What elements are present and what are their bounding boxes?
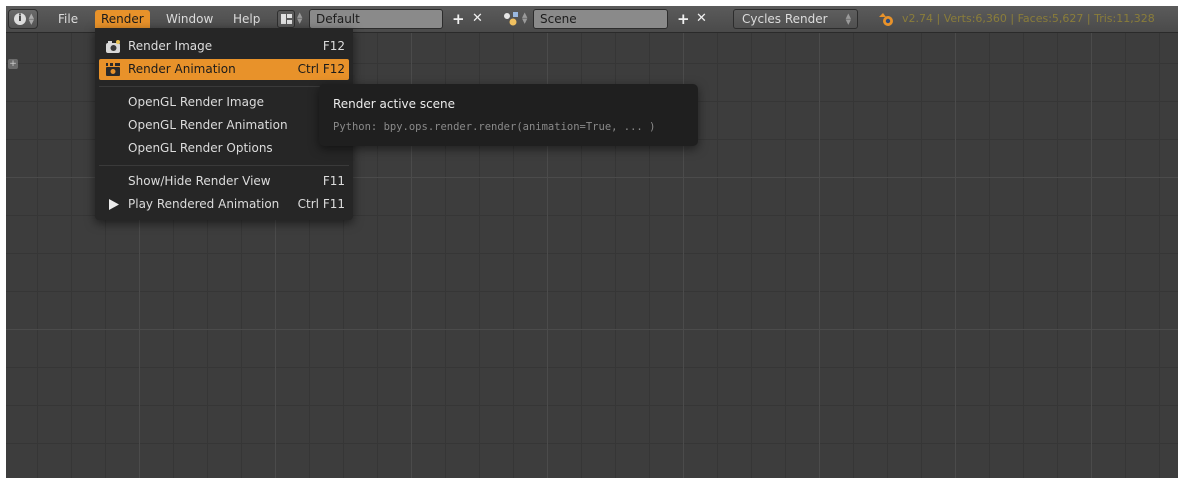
screen-layout-icon[interactable] — [277, 10, 295, 28]
add-layout-button[interactable]: + — [452, 10, 465, 28]
menu-item-label: OpenGL Render Image — [128, 95, 264, 109]
menu-item-render-image[interactable]: Render Image F12 — [99, 36, 349, 57]
menu-item-opengl-render-image[interactable]: OpenGL Render Image — [99, 92, 349, 113]
screen-layout-field[interactable]: Default — [309, 9, 443, 29]
camera-icon — [106, 40, 120, 53]
blender-logo-icon — [879, 13, 893, 26]
menu-item-label: Show/Hide Render View — [128, 174, 271, 188]
menu-item-shortcut: Ctrl F12 — [297, 62, 345, 76]
menu-separator — [99, 165, 349, 166]
menu-item-label: OpenGL Render Options — [128, 141, 273, 155]
add-scene-button[interactable]: + — [677, 10, 690, 28]
menu-item-label: Render Image — [128, 39, 213, 53]
updown-arrows-icon: ▲ ▼ — [845, 12, 851, 26]
menu-item-show-hide-render-view[interactable]: Show/Hide Render View F11 — [99, 171, 349, 192]
info-icon: i — [14, 13, 26, 25]
menu-help[interactable]: Help — [227, 10, 266, 28]
tooltip-title: Render active scene — [333, 97, 456, 111]
menu-item-shortcut: Ctrl F11 — [297, 197, 345, 211]
play-icon — [109, 199, 119, 210]
menu-separator — [99, 86, 349, 87]
menu-item-label: OpenGL Render Animation — [128, 118, 288, 132]
render-menu: Render Image F12 Render Animation Ctrl F… — [95, 28, 353, 220]
remove-scene-button[interactable]: ✕ — [696, 10, 707, 28]
render-engine-label: Cycles Render — [742, 12, 828, 26]
scene-field[interactable]: Scene — [533, 9, 668, 29]
updown-arrows-icon: ▲ ▼ — [522, 11, 528, 25]
menu-item-label: Render Animation — [128, 62, 236, 76]
menu-item-render-animation[interactable]: Render Animation Ctrl F12 — [99, 59, 349, 80]
menu-item-opengl-render-animation[interactable]: OpenGL Render Animation — [99, 115, 349, 136]
menu-item-shortcut: F11 — [322, 174, 345, 188]
menu-render[interactable]: Render — [95, 10, 150, 28]
remove-layout-button[interactable]: ✕ — [472, 10, 483, 28]
blender-window: i ▲ ▼ File Render Window Help ▲ ▼ Default … — [6, 6, 1178, 478]
scene-stats: v2.74 | Verts:6,360 | Faces:5,627 | Tris… — [902, 12, 1155, 25]
expand-region-icon[interactable]: + — [8, 59, 18, 69]
menu-item-shortcut: F12 — [322, 39, 345, 53]
tooltip-python: Python: bpy.ops.render.render(animation=… — [333, 121, 656, 133]
clapper-icon — [106, 63, 120, 76]
scene-icon[interactable] — [502, 10, 520, 28]
updown-arrows-icon: ▲ ▼ — [28, 12, 34, 26]
tooltip: Render active scene Python: bpy.ops.rend… — [319, 84, 698, 146]
menu-item-opengl-render-options[interactable]: OpenGL Render Options — [99, 138, 349, 159]
menu-window[interactable]: Window — [160, 10, 219, 28]
render-engine-dropdown[interactable]: Cycles Render ▲ ▼ — [733, 9, 858, 29]
menu-file[interactable]: File — [52, 10, 84, 28]
menu-item-label: Play Rendered Animation — [128, 197, 280, 211]
updown-arrows-icon: ▲ ▼ — [297, 11, 303, 25]
editor-type-button[interactable]: i ▲ ▼ — [8, 9, 38, 29]
menu-item-play-rendered-animation[interactable]: Play Rendered Animation Ctrl F11 — [99, 194, 349, 215]
